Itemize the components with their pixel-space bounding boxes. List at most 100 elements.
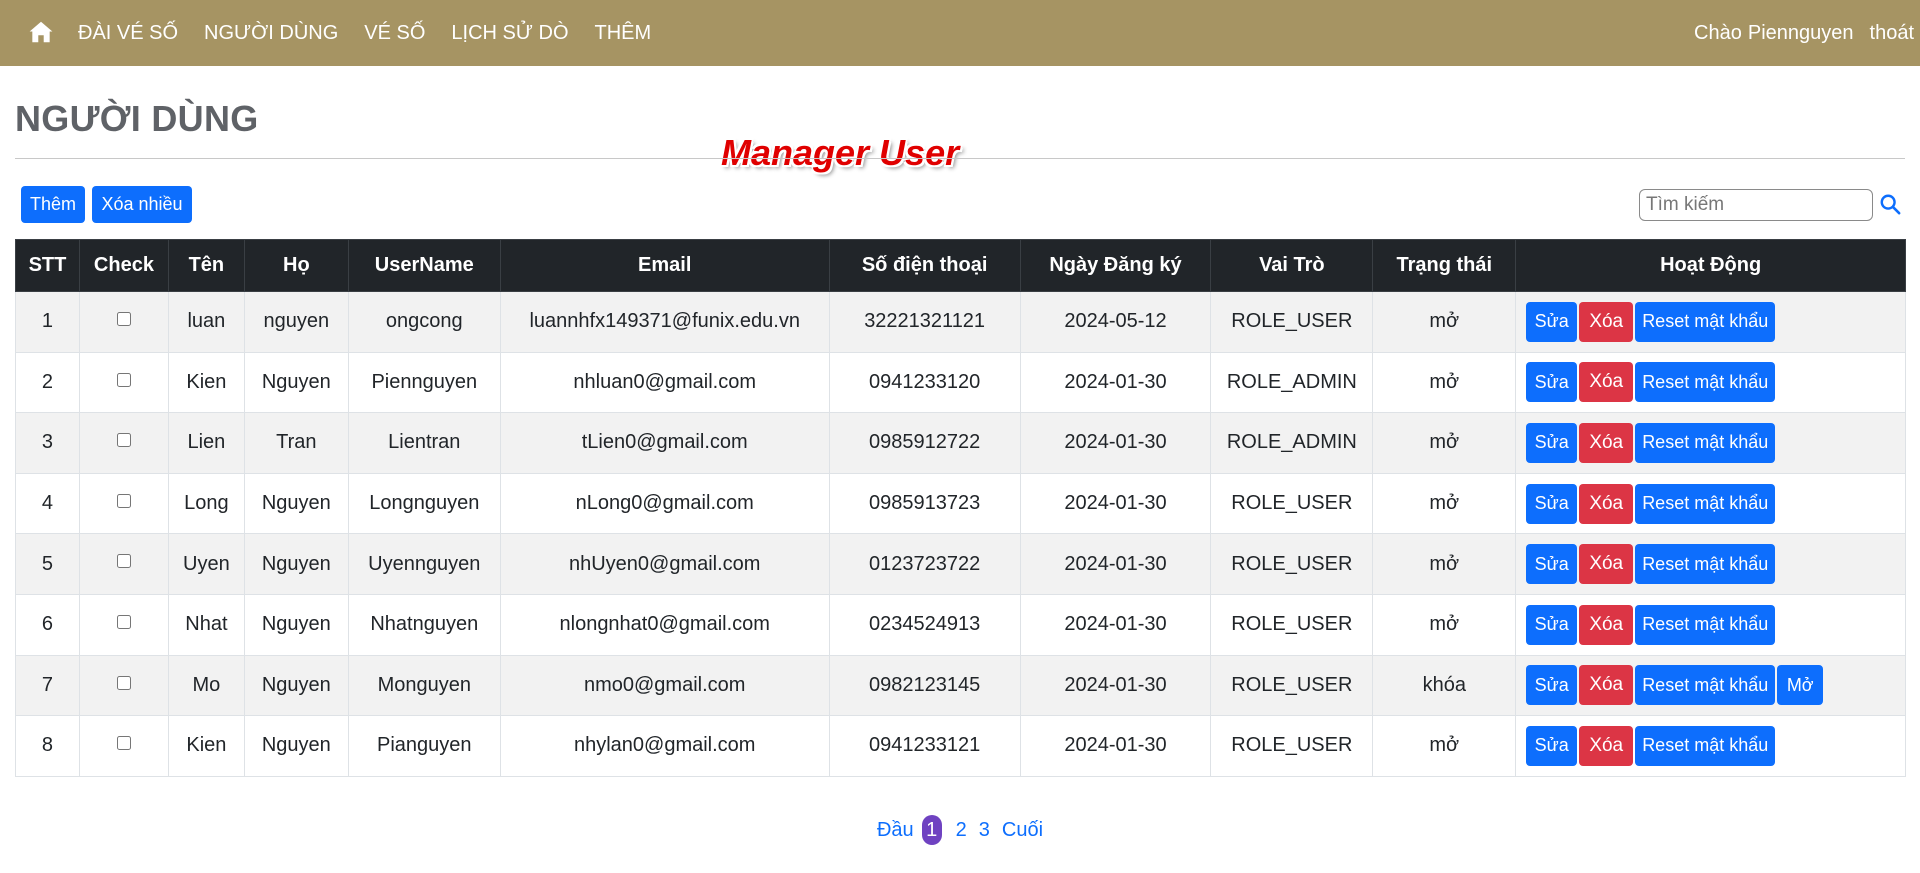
cell-first-name: Mo (167, 654, 245, 717)
cell-email: nhluan0@gmail.com (499, 351, 830, 414)
nav-link-ve-so[interactable]: VÉ SỐ (364, 22, 425, 45)
delete-many-button[interactable]: Xóa nhiều (92, 186, 192, 223)
cell-register-date: 2024-05-12 (1019, 291, 1212, 353)
reset-password-button[interactable]: Reset mật khẩu (1635, 422, 1776, 463)
edit-button[interactable]: Sửa (1526, 544, 1578, 585)
delete-button[interactable]: Xóa (1579, 422, 1634, 463)
row-checkbox[interactable] (116, 312, 131, 327)
cell-check (78, 715, 169, 777)
cell-username: Pianguyen (347, 715, 501, 777)
cell-register-date: 2024-01-30 (1019, 351, 1212, 414)
home-icon[interactable] (28, 19, 54, 45)
nav-link-dai-ve-so[interactable]: ĐÀI VÉ SỐ (78, 22, 178, 45)
nav-link-them[interactable]: THÊM (595, 22, 652, 45)
cell-actions: Sửa Xóa Reset mật khẩu Mở (1515, 654, 1906, 717)
page-title: NGƯỜI DÙNG (15, 98, 259, 139)
cell-stt: 7 (15, 654, 80, 717)
logout-link[interactable]: thoát (1870, 22, 1914, 45)
row-checkbox[interactable] (116, 736, 131, 751)
table-header-row: STT Check Tên Họ UserName Email Số điện … (15, 239, 1906, 292)
reset-password-button[interactable]: Reset mật khẩu (1635, 362, 1776, 403)
cell-phone: 0123723722 (828, 533, 1021, 595)
row-checkbox[interactable] (116, 614, 131, 629)
delete-button[interactable]: Xóa (1579, 665, 1634, 706)
edit-button[interactable]: Sửa (1526, 665, 1578, 706)
nav-link-lich-su-do[interactable]: LỊCH SỬ DÒ (451, 22, 568, 45)
cell-stt: 8 (15, 715, 80, 777)
page-last-link[interactable]: Cuối (1002, 819, 1043, 842)
cell-role: ROLE_USER (1210, 472, 1374, 535)
reset-password-button[interactable]: Reset mật khẩu (1635, 604, 1776, 645)
cell-register-date: 2024-01-30 (1019, 654, 1212, 717)
header-register-date: Ngày Đăng ký (1019, 239, 1212, 292)
cell-email: nlongnhat0@gmail.com (499, 593, 830, 656)
row-checkbox[interactable] (116, 675, 131, 690)
edit-button[interactable]: Sửa (1526, 422, 1578, 463)
search-icon[interactable] (1879, 193, 1901, 215)
cell-phone: 0941233121 (828, 715, 1021, 777)
cell-first-name: Kien (167, 715, 245, 777)
delete-button[interactable]: Xóa (1579, 362, 1634, 403)
nav-link-nguoi-dung[interactable]: NGƯỜI DÙNG (204, 22, 338, 45)
table-row: 4 Long Nguyen Longnguyen nLong0@gmail.com 098… (15, 472, 1906, 535)
page-link-1[interactable]: 1 (921, 815, 942, 845)
cell-stt: 4 (15, 472, 80, 535)
edit-button[interactable]: Sửa (1526, 362, 1578, 403)
edit-button[interactable]: Sửa (1526, 483, 1578, 524)
reset-password-button[interactable]: Reset mật khẩu (1635, 665, 1776, 706)
table-row: 3 Lien Tran Lientran tLien0@gmail.com 0985912… (15, 412, 1906, 474)
cell-phone: 0985912722 (828, 412, 1021, 474)
delete-button[interactable]: Xóa (1579, 544, 1634, 585)
cell-stt: 1 (15, 291, 80, 353)
reset-password-button[interactable]: Reset mật khẩu (1635, 544, 1776, 585)
cell-last-name: Nguyen (243, 715, 349, 777)
add-user-button[interactable]: Thêm (21, 186, 85, 223)
cell-actions: Sửa Xóa Reset mật khẩu (1515, 412, 1906, 474)
user-menu: Chào Piennguyen thoát (1694, 0, 1914, 66)
page-link-3[interactable]: 3 (979, 819, 990, 842)
cell-email: tLien0@gmail.com (499, 412, 830, 474)
header-phone: Số điện thoại (828, 239, 1021, 292)
cell-status: mở (1372, 291, 1517, 353)
page-link-2[interactable]: 2 (956, 819, 967, 842)
table-row: 6 Nhat Nguyen Nhatnguyen nlongnhat0@gmail.co… (15, 593, 1906, 656)
cell-email: nhylan0@gmail.com (499, 715, 830, 777)
cell-actions: Sửa Xóa Reset mật khẩu (1515, 533, 1906, 595)
delete-button[interactable]: Xóa (1579, 483, 1634, 524)
cell-status: mở (1372, 412, 1517, 474)
edit-button[interactable]: Sửa (1526, 301, 1578, 342)
cell-first-name: luan (167, 291, 245, 353)
username-link[interactable]: Piennguyen (1748, 22, 1854, 45)
delete-button[interactable]: Xóa (1579, 604, 1634, 645)
cell-status: mở (1372, 351, 1517, 414)
header-check: Check (78, 239, 169, 292)
row-checkbox[interactable] (116, 433, 131, 448)
table-row: 7 Mo Nguyen Monguyen nmo0@gmail.com 098212314… (15, 654, 1906, 717)
cell-status: mở (1372, 533, 1517, 595)
reset-password-button[interactable]: Reset mật khẩu (1635, 301, 1776, 342)
cell-role: ROLE_ADMIN (1210, 351, 1374, 414)
reset-password-button[interactable]: Reset mật khẩu (1635, 725, 1776, 766)
table-body: 1 luan nguyen ongcong luannhfx149371@funix.e… (15, 291, 1906, 777)
pagination: Đầu 1 2 3 Cuối (0, 815, 1920, 845)
delete-button[interactable]: Xóa (1579, 301, 1634, 342)
cell-email: nLong0@gmail.com (499, 472, 830, 535)
cell-first-name: Lien (167, 412, 245, 474)
page-first-link[interactable]: Đầu (877, 819, 914, 842)
cell-first-name: Uyen (167, 533, 245, 595)
cell-username: Piennguyen (347, 351, 501, 414)
edit-button[interactable]: Sửa (1526, 725, 1578, 766)
reset-password-button[interactable]: Reset mật khẩu (1635, 483, 1776, 524)
row-checkbox[interactable] (116, 554, 131, 569)
unlock-button[interactable]: Mở (1777, 665, 1824, 706)
cell-last-name: Nguyen (243, 351, 349, 414)
cell-check (78, 533, 169, 595)
cell-username: Uyennguyen (347, 533, 501, 595)
edit-button[interactable]: Sửa (1526, 604, 1578, 645)
row-checkbox[interactable] (116, 372, 131, 387)
cell-last-name: Tran (243, 412, 349, 474)
delete-button[interactable]: Xóa (1579, 725, 1634, 766)
row-checkbox[interactable] (116, 493, 131, 508)
search-input[interactable] (1639, 189, 1873, 221)
cell-email: luannhfx149371@funix.edu.vn (499, 291, 830, 353)
